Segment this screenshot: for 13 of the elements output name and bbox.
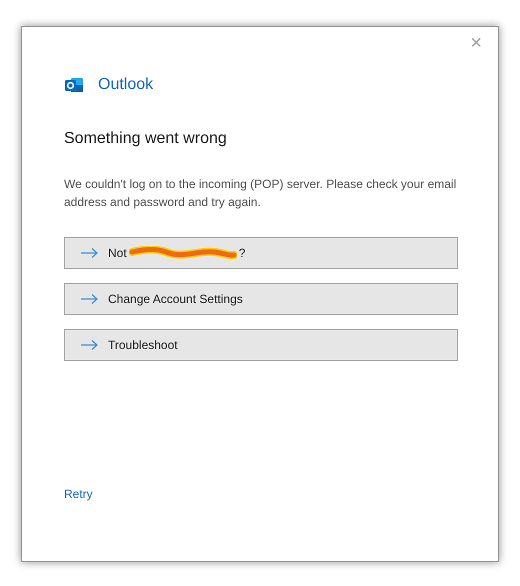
button-label: Not <box>108 245 127 262</box>
outlook-logo-icon <box>64 75 84 95</box>
arrow-right-icon <box>81 248 98 258</box>
button-label: ? <box>238 245 246 262</box>
option-button[interactable]: Change Account Settings <box>64 283 458 315</box>
app-name: Outlook <box>98 75 154 95</box>
retry-link[interactable]: Retry <box>64 487 93 501</box>
option-button[interactable]: Troubleshoot <box>64 329 458 361</box>
account-button[interactable]: Not ? <box>64 237 458 269</box>
arrow-right-icon <box>81 340 98 350</box>
error-message: We couldn't log on to the incoming (POP) server. Please check your email address and password and try again. <box>63 176 458 211</box>
arrow-right-icon <box>81 294 98 304</box>
dialog-heading: Something went wrong <box>63 129 228 149</box>
